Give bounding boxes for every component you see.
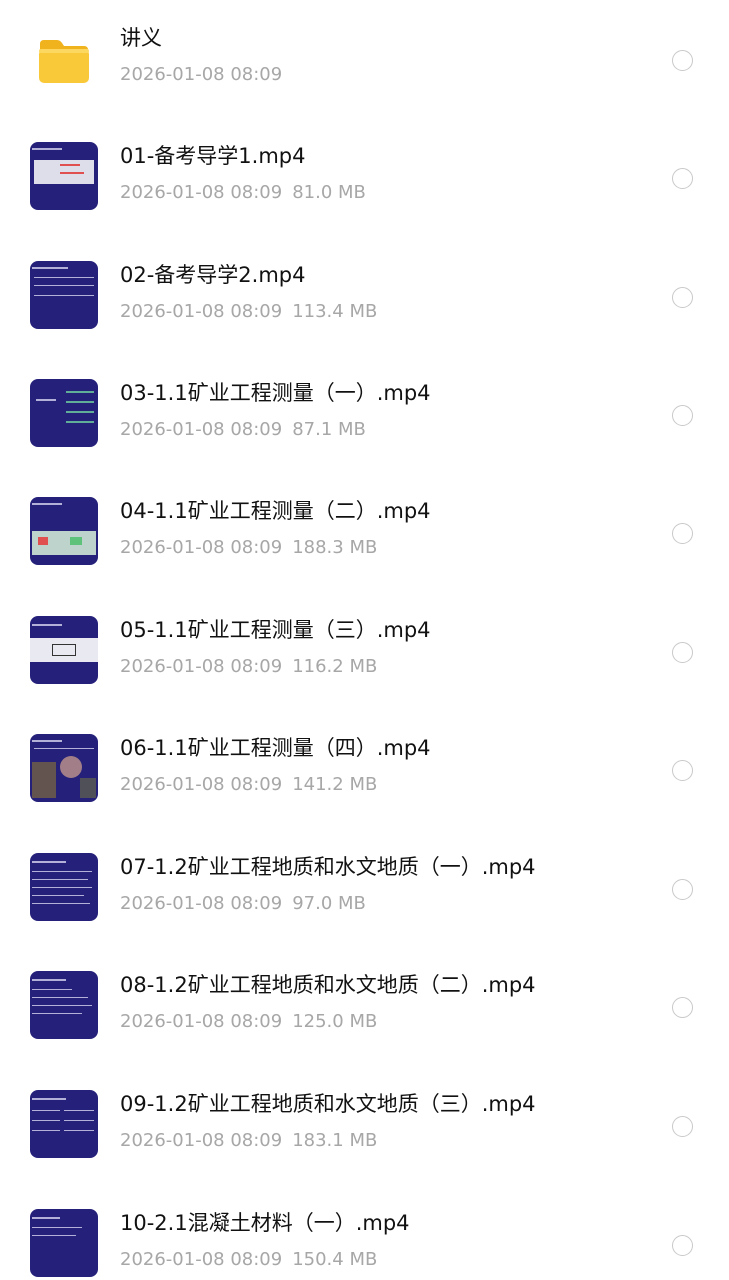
list-item[interactable]: 03-1.1矿业工程测量（一）.mp4 2026-01-08 08:09 87.1… xyxy=(0,355,729,473)
file-date: 2026-01-08 08:09 xyxy=(120,537,283,558)
video-thumbnail xyxy=(30,379,98,447)
list-item[interactable]: 02-备考导学2.mp4 2026-01-08 08:09 113.4 MB xyxy=(0,237,729,355)
file-name: 01-备考导学1.mp4 xyxy=(120,144,306,168)
video-thumbnail xyxy=(30,1209,98,1277)
file-name: 05-1.1矿业工程测量（三）.mp4 xyxy=(120,618,431,642)
file-name: 讲义 xyxy=(120,26,162,50)
video-thumbnail xyxy=(30,971,98,1039)
video-thumbnail xyxy=(30,142,98,210)
file-date: 2026-01-08 08:09 xyxy=(120,301,283,322)
video-thumbnail xyxy=(30,616,98,684)
file-name: 04-1.1矿业工程测量（二）.mp4 xyxy=(120,499,431,523)
file-name: 02-备考导学2.mp4 xyxy=(120,263,306,287)
file-name: 06-1.1矿业工程测量（四）.mp4 xyxy=(120,736,431,760)
list-item[interactable]: 01-备考导学1.mp4 2026-01-08 08:09 81.0 MB xyxy=(0,118,729,236)
file-meta: 2026-01-08 08:09 87.1 MB xyxy=(120,419,366,440)
list-item[interactable]: 10-2.1混凝土材料（一）.mp4 2026-01-08 08:09 150.4… xyxy=(0,1185,729,1280)
list-item[interactable]: 07-1.2矿业工程地质和水文地质（一）.mp4 2026-01-08 08:0… xyxy=(0,829,729,947)
video-thumbnail xyxy=(30,853,98,921)
file-meta: 2026-01-08 08:09 188.3 MB xyxy=(120,537,377,558)
file-size: 97.0 MB xyxy=(292,893,366,914)
file-size: 87.1 MB xyxy=(292,419,366,440)
file-name: 10-2.1混凝土材料（一）.mp4 xyxy=(120,1211,410,1235)
select-radio[interactable] xyxy=(672,760,693,781)
select-radio[interactable] xyxy=(672,50,693,71)
file-name: 03-1.1矿业工程测量（一）.mp4 xyxy=(120,381,431,405)
file-size: 150.4 MB xyxy=(292,1249,378,1270)
file-size: 81.0 MB xyxy=(292,182,366,203)
file-meta: 2026-01-08 08:09 125.0 MB xyxy=(120,1011,377,1032)
select-radio[interactable] xyxy=(672,1235,693,1256)
file-date: 2026-01-08 08:09 xyxy=(120,893,283,914)
select-radio[interactable] xyxy=(672,168,693,189)
file-size: 183.1 MB xyxy=(292,1130,378,1151)
folder-icon xyxy=(39,40,89,83)
file-size: 141.2 MB xyxy=(292,774,378,795)
file-date: 2026-01-08 08:09 xyxy=(120,419,283,440)
select-radio[interactable] xyxy=(672,642,693,663)
list-item[interactable]: 04-1.1矿业工程测量（二）.mp4 2026-01-08 08:09 188.… xyxy=(0,473,729,591)
file-date: 2026-01-08 08:09 xyxy=(120,774,283,795)
file-date: 2026-01-08 08:09 xyxy=(120,64,283,85)
file-date: 2026-01-08 08:09 xyxy=(120,1249,283,1270)
list-item-folder[interactable]: 讲义 2026-01-08 08:09 xyxy=(0,0,729,118)
video-thumbnail xyxy=(30,734,98,802)
file-meta: 2026-01-08 08:09 116.2 MB xyxy=(120,656,377,677)
file-meta: 2026-01-08 08:09 97.0 MB xyxy=(120,893,366,914)
video-thumbnail xyxy=(30,261,98,329)
select-radio[interactable] xyxy=(672,287,693,308)
file-meta: 2026-01-08 08:09 141.2 MB xyxy=(120,774,377,795)
list-item[interactable]: 05-1.1矿业工程测量（三）.mp4 2026-01-08 08:09 116.… xyxy=(0,592,729,710)
file-size: 113.4 MB xyxy=(292,301,378,322)
select-radio[interactable] xyxy=(672,997,693,1018)
list-item[interactable]: 09-1.2矿业工程地质和水文地质（三）.mp4 2026-01-08 08:0… xyxy=(0,1066,729,1184)
file-meta: 2026-01-08 08:09 183.1 MB xyxy=(120,1130,377,1151)
file-meta: 2026-01-08 08:09 xyxy=(120,64,282,85)
video-thumbnail xyxy=(30,1090,98,1158)
file-list: 讲义 2026-01-08 08:09 01-备考导学1.mp4 2026-01… xyxy=(0,0,729,1280)
file-name: 07-1.2矿业工程地质和水文地质（一）.mp4 xyxy=(120,855,536,879)
file-size: 188.3 MB xyxy=(292,537,378,558)
file-date: 2026-01-08 08:09 xyxy=(120,1011,283,1032)
select-radio[interactable] xyxy=(672,405,693,426)
select-radio[interactable] xyxy=(672,523,693,544)
select-radio[interactable] xyxy=(672,879,693,900)
file-date: 2026-01-08 08:09 xyxy=(120,1130,283,1151)
select-radio[interactable] xyxy=(672,1116,693,1137)
file-size: 116.2 MB xyxy=(292,656,378,677)
file-date: 2026-01-08 08:09 xyxy=(120,182,283,203)
file-meta: 2026-01-08 08:09 113.4 MB xyxy=(120,301,377,322)
video-thumbnail xyxy=(30,497,98,565)
file-name: 08-1.2矿业工程地质和水文地质（二）.mp4 xyxy=(120,973,536,997)
list-item[interactable]: 06-1.1矿业工程测量（四）.mp4 2026-01-08 08:09 141.… xyxy=(0,710,729,828)
file-size: 125.0 MB xyxy=(292,1011,378,1032)
file-meta: 2026-01-08 08:09 150.4 MB xyxy=(120,1249,377,1270)
file-date: 2026-01-08 08:09 xyxy=(120,656,283,677)
file-meta: 2026-01-08 08:09 81.0 MB xyxy=(120,182,366,203)
list-item[interactable]: 08-1.2矿业工程地质和水文地质（二）.mp4 2026-01-08 08:0… xyxy=(0,947,729,1065)
file-name: 09-1.2矿业工程地质和水文地质（三）.mp4 xyxy=(120,1092,536,1116)
